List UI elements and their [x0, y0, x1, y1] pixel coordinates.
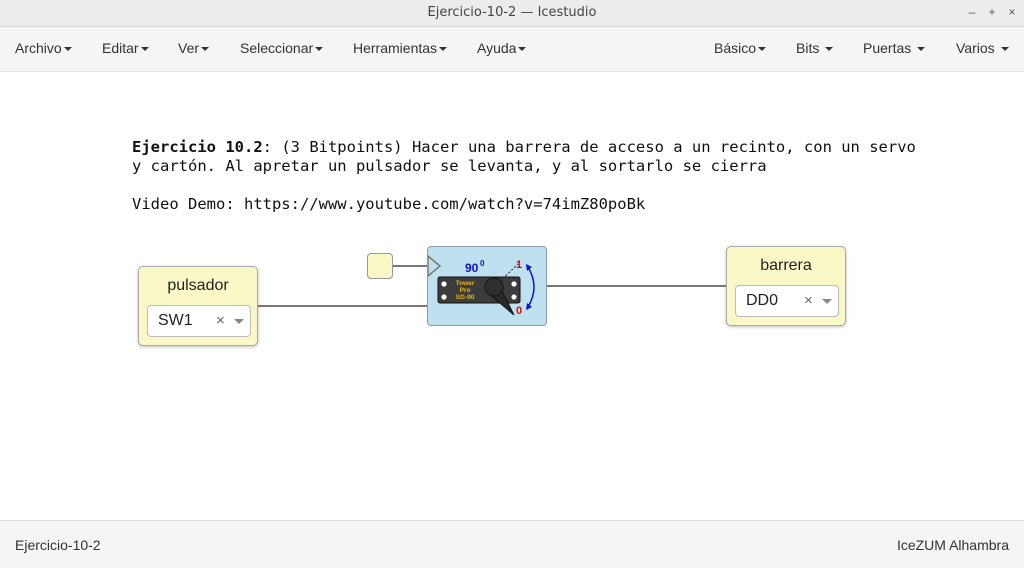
pin-select-pulsador[interactable]: SW1 ×: [147, 305, 251, 337]
servo-brand-line: SG-90: [456, 294, 475, 301]
menu-label: Editar: [102, 40, 139, 56]
info-block[interactable]: Ejercicio 10.2: (3 Bitpoints) Hacer una …: [132, 138, 952, 214]
caret-down-icon: [140, 47, 149, 52]
menu-varios[interactable]: Varios: [956, 40, 1009, 56]
menu-label: Puertas: [863, 40, 912, 56]
servo-hole-icon: [511, 294, 517, 300]
wire-pulsador-servo[interactable]: [257, 305, 428, 307]
input-block-label: pulsador: [167, 277, 229, 294]
info-title: Ejercicio 10.2: [132, 138, 263, 156]
servo-block[interactable]: 90 0 1 0 Tower Pro SG-90: [427, 246, 547, 326]
caret-down-icon: [201, 47, 210, 52]
clear-x-icon[interactable]: ×: [216, 312, 225, 329]
servo-brand-line: Tower: [456, 280, 475, 287]
output-block-label: barrera: [760, 257, 812, 274]
caret-down-icon: [917, 47, 926, 52]
menu-bar: Archivo Editar Ver Seleccionar Herramien…: [0, 27, 1024, 72]
window-titlebar: Ejercicio-10-2 — Icestudio – + ×: [0, 0, 1024, 27]
constant-block[interactable]: [367, 253, 393, 279]
rotation-arc-icon: [527, 266, 535, 308]
pin-select-value: DD0: [746, 292, 779, 309]
servo-degree: 0: [480, 259, 485, 268]
info-video-link: Video Demo: https://www.youtube.com/watc…: [132, 195, 646, 213]
caret-down-icon: [315, 47, 324, 52]
menu-label: Seleccionar: [240, 40, 314, 56]
menu-ver[interactable]: Ver: [178, 40, 210, 56]
output-block-barrera[interactable]: barrera DD0 ×: [726, 246, 846, 326]
maximize-icon[interactable]: +: [984, 4, 1000, 20]
servo-body-icon: [437, 276, 521, 304]
servo-hole-icon: [441, 294, 447, 300]
dropdown-caret-icon[interactable]: [234, 319, 244, 324]
close-icon[interactable]: ×: [1004, 4, 1020, 20]
input-block-pulsador[interactable]: pulsador SW1 ×: [138, 266, 258, 346]
pin-select-value: SW1: [158, 312, 193, 329]
menu-label: Herramientas: [353, 40, 438, 56]
clear-x-icon[interactable]: ×: [804, 292, 813, 309]
servo-hole-icon: [441, 281, 447, 287]
menu-label: Bits: [796, 40, 820, 56]
menu-puertas[interactable]: Puertas: [863, 40, 926, 56]
servo-high-label: 1: [516, 259, 522, 271]
menu-basico[interactable]: Básico: [714, 40, 767, 56]
menu-herramientas[interactable]: Herramientas: [353, 40, 448, 56]
servo-brand-line: Pro: [460, 287, 471, 294]
caret-down-icon: [518, 47, 527, 52]
servo-illustration: 90 0 1 0 Tower Pro SG-90: [427, 254, 535, 317]
menu-bits[interactable]: Bits: [796, 40, 834, 56]
caret-down-icon: [758, 47, 767, 52]
menu-label: Archivo: [15, 40, 62, 56]
pin-select-barrera[interactable]: DD0 ×: [735, 285, 839, 317]
menu-editar[interactable]: Editar: [102, 40, 149, 56]
menu-ayuda[interactable]: Ayuda: [477, 40, 527, 56]
window-title: Ejercicio-10-2 — Icestudio: [427, 5, 597, 20]
caret-down-icon: [439, 47, 448, 52]
wire-const-servo[interactable]: [392, 265, 428, 267]
status-project-name: Ejercicio-10-2: [15, 537, 101, 553]
status-bar: Ejercicio-10-2 IceZUM Alhambra: [0, 520, 1024, 568]
input-port-arrow-icon: [427, 254, 442, 278]
status-board-name[interactable]: IceZUM Alhambra: [897, 537, 1009, 553]
wire-servo-barrera[interactable]: [546, 285, 727, 287]
menu-label: Básico: [714, 40, 757, 56]
servo-shaft-icon: [484, 277, 504, 297]
servo-low-label: 0: [516, 305, 522, 317]
caret-down-icon: [1000, 47, 1009, 52]
menu-label: Ayuda: [477, 40, 517, 56]
minimize-icon[interactable]: –: [964, 4, 980, 20]
menu-archivo[interactable]: Archivo: [15, 40, 72, 56]
menu-label: Varios: [956, 40, 995, 56]
dropdown-caret-icon[interactable]: [822, 299, 832, 304]
servo-angle: 90: [465, 261, 479, 275]
servo-hole-icon: [511, 281, 517, 287]
caret-down-icon: [825, 47, 834, 52]
menu-seleccionar[interactable]: Seleccionar: [240, 40, 324, 56]
menu-label: Ver: [178, 40, 200, 56]
caret-down-icon: [63, 47, 72, 52]
